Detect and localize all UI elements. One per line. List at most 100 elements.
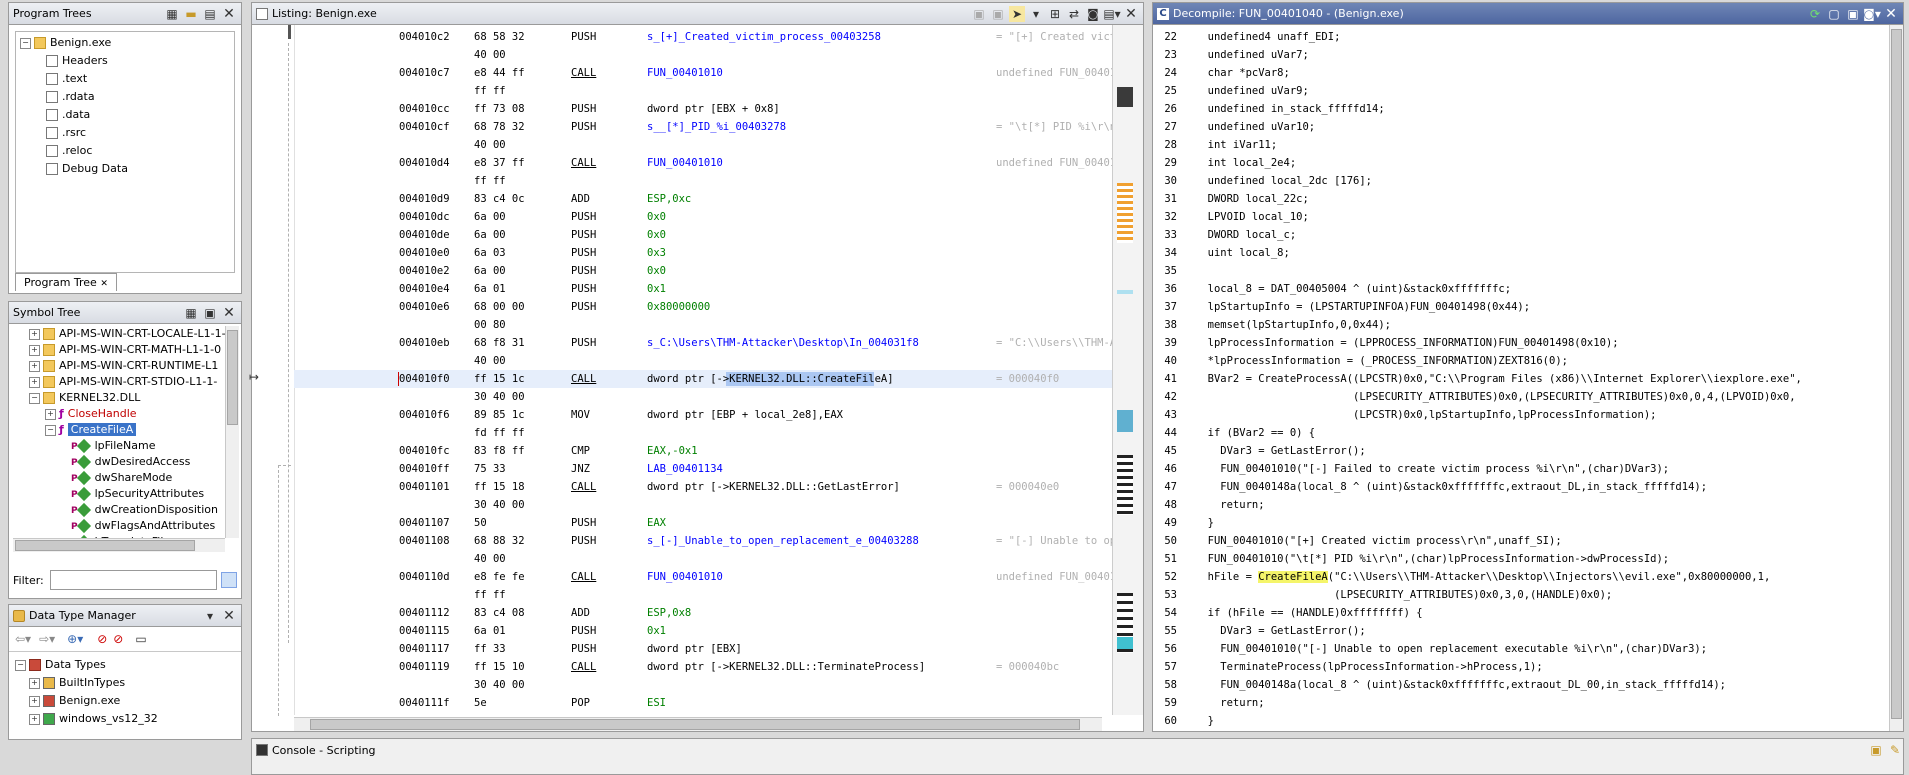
symbol-tree-item[interactable]: PlpSecurityAttributes <box>13 486 239 502</box>
clear-icon[interactable]: ✎ <box>1887 742 1903 758</box>
listing-row[interactable]: 00401119 ff 15 10 CALL dword ptr [->KERNEL3… <box>294 658 1114 676</box>
tree-item[interactable]: Headers <box>16 52 234 70</box>
listing-row[interactable]: 40 00 <box>294 136 1114 154</box>
view-options-icon[interactable]: ▤▾ <box>1103 6 1120 22</box>
listing-row[interactable]: 004010d4 e8 37 ff CALL FUN_00401010 undefine… <box>294 154 1114 172</box>
listing-row[interactable]: 004010cc ff 73 08 PUSH dword ptr [EBX + 0x8… <box>294 100 1114 118</box>
decompile-line[interactable]: 31 DWORD local_22c; <box>1153 190 1889 208</box>
symbol-tree-item[interactable]: + API-MS-WIN-CRT-RUNTIME-L1 <box>13 358 239 374</box>
decompile-line[interactable]: 55 DVar3 = GetLastError(); <box>1153 622 1889 640</box>
listing-row[interactable]: 004010f0 ff 15 1c CALL dword ptr [->KERNEL3… <box>294 370 1114 388</box>
listing-row[interactable]: 00401115 6a 01 PUSH 0x1 <box>294 622 1114 640</box>
listing-row[interactable]: 00401117 ff 33 PUSH dword ptr [EBX] <box>294 640 1114 658</box>
listing-row[interactable]: 004010fc 83 f8 ff CMP EAX,-0x1 <box>294 442 1114 460</box>
decompile-line[interactable]: 25 undefined uVar9; <box>1153 82 1889 100</box>
back-arrow-icon[interactable]: ⇦▾ <box>15 632 31 646</box>
close-icon[interactable]: ✕ <box>1883 6 1899 22</box>
tree-root[interactable]: − Benign.exe <box>16 34 234 52</box>
refresh-icon[interactable]: ⟳ <box>1807 6 1823 22</box>
tab-program-tree[interactable]: Program Tree ✕ <box>15 273 117 291</box>
filter-input[interactable] <box>49 570 217 590</box>
copy-icon[interactable]: ▣ <box>971 6 987 22</box>
listing-row[interactable]: 004010e2 6a 00 PUSH 0x0 <box>294 262 1114 280</box>
data-types-root[interactable]: − Data Types <box>9 656 241 674</box>
decompile-line[interactable]: 44 if (BVar2 == 0) { <box>1153 424 1889 442</box>
decompile-code-area[interactable]: 22 undefined4 unaff_EDI; 23 undefined uVa… <box>1153 28 1889 728</box>
listing-row[interactable]: 004010f6 89 85 1c MOV dword ptr [EBP + loca… <box>294 406 1114 424</box>
listing-hscrollbar[interactable] <box>294 717 1102 731</box>
listing-row[interactable]: 004010eb 68 f8 31 PUSH s_C:\Users\THM-Attac… <box>294 334 1114 352</box>
symbol-tree-item[interactable]: PdwCreationDisposition <box>13 502 239 518</box>
decompile-line[interactable]: 46 FUN_00401010("[-] Failed to create vi… <box>1153 460 1889 478</box>
decompile-line[interactable]: 45 DVar3 = GetLastError(); <box>1153 442 1889 460</box>
listing-row[interactable]: 00401112 83 c4 08 ADD ESP,0x8 <box>294 604 1114 622</box>
decompile-line[interactable]: 30 undefined local_2dc [176]; <box>1153 172 1889 190</box>
expand-icon[interactable]: ⊕▾ <box>67 632 83 646</box>
decompile-line[interactable]: 22 undefined4 unaff_EDI; <box>1153 28 1889 46</box>
listing-row[interactable]: 004010e0 6a 03 PUSH 0x3 <box>294 244 1114 262</box>
listing-row[interactable]: 40 00 <box>294 352 1114 370</box>
data-type-item[interactable]: + Benign.exe <box>9 692 241 710</box>
decompile-line[interactable]: 59 return; <box>1153 694 1889 712</box>
decompile-line[interactable]: 49 } <box>1153 514 1889 532</box>
data-type-item[interactable]: + BuiltInTypes <box>9 674 241 692</box>
expand-icon[interactable]: + <box>29 328 40 340</box>
symbol-tree-hscrollbar[interactable] <box>13 538 225 552</box>
data-type-item[interactable]: + windows_vs12_32 <box>9 710 241 728</box>
listing-row[interactable]: 30 40 00 <box>294 388 1114 406</box>
expand-icon[interactable]: + <box>29 376 40 388</box>
decompile-scrollbar[interactable] <box>1889 25 1903 731</box>
decompile-line[interactable]: 48 return; <box>1153 496 1889 514</box>
listing-row[interactable]: 004010d9 83 c4 0c ADD ESP,0xc <box>294 190 1114 208</box>
symbol-tree-item[interactable]: − KERNEL32.DLL <box>13 390 239 406</box>
collapse-icon[interactable]: − <box>15 659 26 671</box>
copy-icon[interactable]: ▤ <box>202 6 218 22</box>
menu-dropdown-icon[interactable]: ▾ <box>202 608 218 624</box>
decompile-line[interactable]: 27 undefined uVar10; <box>1153 118 1889 136</box>
tree-item[interactable]: .reloc <box>16 142 234 160</box>
decompile-line[interactable]: 38 memset(lpStartupInfo,0,0x44); <box>1153 316 1889 334</box>
symbol-tree-scrollbar[interactable] <box>225 326 239 538</box>
decompile-line[interactable]: 33 DWORD local_c; <box>1153 226 1889 244</box>
listing-row[interactable]: ff ff <box>294 172 1114 190</box>
copy-icon[interactable]: ▢ <box>1826 6 1842 22</box>
expand-icon[interactable]: + <box>29 360 40 372</box>
expand-icon[interactable]: + <box>29 344 40 356</box>
listing-row[interactable]: 004010ff 75 33 JNZ LAB_00401134 <box>294 460 1114 478</box>
listing-overview-bar[interactable] <box>1112 25 1143 715</box>
filter-arrays-icon[interactable]: ⊘ <box>97 632 107 646</box>
forward-arrow-icon[interactable]: ⇨▾ <box>39 632 55 646</box>
decompile-line[interactable]: 28 int iVar11; <box>1153 136 1889 154</box>
decompile-line[interactable]: 35 <box>1153 262 1889 280</box>
symbol-tree-item[interactable]: PdwDesiredAccess <box>13 454 239 470</box>
listing-row[interactable]: 00 80 <box>294 316 1114 334</box>
snapshot-icon[interactable]: ◙ <box>1085 6 1101 22</box>
symbol-tree-item[interactable]: + API-MS-WIN-CRT-LOCALE-L1-1- <box>13 326 239 342</box>
close-icon[interactable]: ✕ <box>221 305 237 321</box>
decompile-line[interactable]: 24 char *pcVar8; <box>1153 64 1889 82</box>
decompile-line[interactable]: 52 hFile = CreateFileA("C:\\Users\\THM-A… <box>1153 568 1889 586</box>
listing-row[interactable]: 004010c7 e8 44 ff CALL FUN_00401010 undefine… <box>294 64 1114 82</box>
listing-row[interactable]: 004010de 6a 00 PUSH 0x0 <box>294 226 1114 244</box>
decompile-line[interactable]: 40 *lpProcessInformation = (_PROCESS_INF… <box>1153 352 1889 370</box>
tree-item[interactable]: .rsrc <box>16 124 234 142</box>
preview-icon[interactable]: ▭ <box>135 632 146 646</box>
close-icon[interactable]: ✕ <box>221 6 237 22</box>
tree-item[interactable]: .rdata <box>16 88 234 106</box>
filter-pointers-icon[interactable]: ⊘ <box>113 632 123 646</box>
listing-row[interactable]: fd ff ff <box>294 424 1114 442</box>
listing-code-area[interactable]: 004010c2 68 58 32 PUSH s_[+]_Created_victim… <box>294 28 1114 716</box>
diff-icon[interactable]: ⇄ <box>1066 6 1082 22</box>
listing-row[interactable]: 00401101 ff 15 18 CALL dword ptr [->KERNEL3… <box>294 478 1114 496</box>
listing-row[interactable]: 40 00 <box>294 46 1114 64</box>
symbol-tree-item[interactable]: + ƒ CloseHandle <box>13 406 239 422</box>
listing-row[interactable]: 004010cf 68 78 32 PUSH s__[*]_PID_%i_004032… <box>294 118 1114 136</box>
decompile-line[interactable]: 60 } <box>1153 712 1889 728</box>
listing-row[interactable]: 004010c2 68 58 32 PUSH s_[+]_Created_victim… <box>294 28 1114 46</box>
decompile-line[interactable]: 50 FUN_00401010("[+] Created victim proc… <box>1153 532 1889 550</box>
decompile-line[interactable]: 37 lpStartupInfo = (LPSTARTUPINFOA)FUN_0… <box>1153 298 1889 316</box>
symbol-tree-item[interactable]: + API-MS-WIN-CRT-STDIO-L1-1- <box>13 374 239 390</box>
collapse-icon[interactable]: − <box>45 424 56 436</box>
filter-icon[interactable]: ▾ <box>1028 6 1044 22</box>
listing-row[interactable]: 00401108 68 88 32 PUSH s_[-]_Unable_to_open… <box>294 532 1114 550</box>
